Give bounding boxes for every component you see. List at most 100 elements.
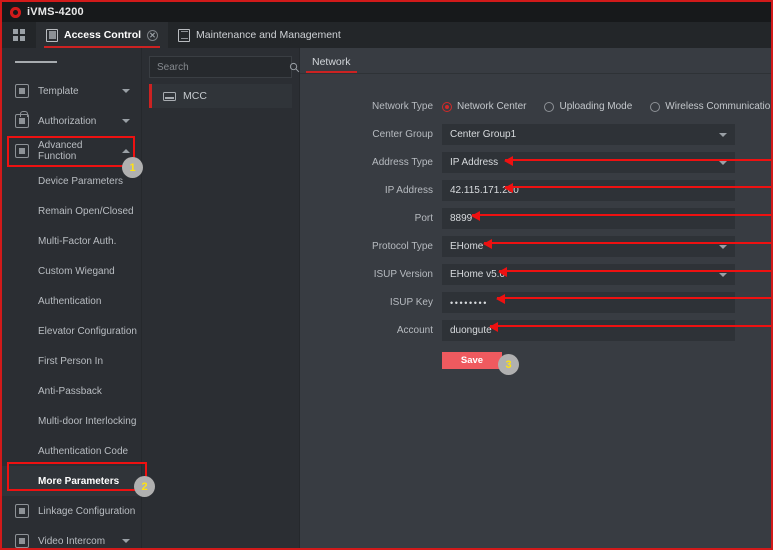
- protocol-type-select[interactable]: EHome: [442, 236, 735, 257]
- sidebar-item-template[interactable]: Template: [2, 76, 141, 106]
- hamburger-icon[interactable]: [2, 48, 141, 76]
- tab-bar: Access Control ✕ Maintenance and Managem…: [2, 22, 771, 48]
- sidebar-item-device-parameters[interactable]: Device Parameters: [2, 166, 141, 196]
- sidebar-item-advanced-function[interactable]: Advanced Function: [2, 136, 141, 166]
- ip-address-label: IP Address: [384, 185, 433, 196]
- port-input[interactable]: 8899: [442, 208, 735, 229]
- sidebar-item-template-label: Template: [38, 85, 79, 97]
- center-group-label: Center Group: [372, 129, 433, 140]
- form-row-isup-key: ISUP Key ••••••••: [300, 292, 771, 313]
- sidebar-item-multi-door-interlocking-label: Multi-door Interlocking: [38, 415, 137, 427]
- sidebar-item-elevator-configuration[interactable]: Elevator Configuration: [2, 316, 141, 346]
- network-form: Network Type Network Center Uploading Mo…: [300, 74, 771, 369]
- isup-version-select[interactable]: EHome v5.0: [442, 264, 735, 285]
- form-row-address-type: Address Type IP Address: [300, 152, 771, 173]
- tab-access-control-label: Access Control: [64, 29, 142, 41]
- template-icon: [15, 84, 29, 98]
- radio-wireless-communication-center[interactable]: Wireless Communication Center: [650, 101, 771, 112]
- advanced-function-icon: [15, 144, 29, 158]
- sidebar-item-authorization[interactable]: Authorization: [2, 106, 141, 136]
- ip-address-input[interactable]: 42.115.171.200: [442, 180, 735, 201]
- port-label: Port: [414, 213, 433, 224]
- sidebar-item-remain-open-closed-label: Remain Open/Closed: [38, 205, 134, 217]
- protocol-type-label: Protocol Type: [372, 241, 433, 252]
- chevron-down-icon: [122, 89, 130, 93]
- isup-key-input[interactable]: ••••••••: [442, 292, 735, 313]
- radio-uploading-mode[interactable]: Uploading Mode: [544, 101, 632, 112]
- isup-key-label: ISUP Key: [389, 297, 433, 308]
- account-value: duongute: [450, 325, 492, 336]
- chevron-down-icon: [719, 244, 727, 249]
- sidebar-item-linkage-configuration[interactable]: Linkage Configuration: [2, 496, 141, 526]
- search-box[interactable]: [149, 56, 300, 78]
- sidebar-item-video-intercom[interactable]: Video Intercom: [2, 526, 141, 548]
- maintenance-icon: [178, 28, 191, 42]
- sidebar-item-first-person-in[interactable]: First Person In: [2, 346, 141, 376]
- tab-maintenance-and-management[interactable]: Maintenance and Management: [168, 22, 351, 48]
- sidebar-item-anti-passback-label: Anti-Passback: [38, 385, 102, 397]
- address-type-select[interactable]: IP Address: [442, 152, 735, 173]
- tab-network-label: Network: [312, 56, 351, 68]
- radio-network-center-label: Network Center: [457, 101, 527, 112]
- sidebar-item-multi-factor-auth-label: Multi-Factor Auth.: [38, 235, 117, 247]
- chevron-down-icon: [719, 272, 727, 277]
- sidebar-nav: Template Authorization Advanced Function…: [2, 48, 142, 548]
- sidebar-item-linkage-configuration-label: Linkage Configuration: [38, 505, 136, 517]
- linkage-icon: [15, 504, 29, 518]
- sidebar-item-multi-door-interlocking[interactable]: Multi-door Interlocking: [2, 406, 141, 436]
- save-button[interactable]: Save: [442, 352, 502, 369]
- search-input[interactable]: [157, 61, 289, 73]
- network-type-label: Network Type: [372, 101, 433, 112]
- main-body: Template Authorization Advanced Function…: [2, 48, 771, 548]
- hikvision-logo-icon: [10, 6, 21, 18]
- sidebar-item-custom-wiegand[interactable]: Custom Wiegand: [2, 256, 141, 286]
- protocol-type-value: EHome: [450, 241, 484, 252]
- address-type-value: IP Address: [450, 157, 499, 168]
- form-row-network-type: Network Type Network Center Uploading Mo…: [300, 96, 771, 117]
- sidebar-item-more-parameters-label: More Parameters: [38, 475, 120, 487]
- list-item-mcc[interactable]: MCC: [149, 84, 292, 108]
- access-control-icon: [46, 28, 58, 42]
- sidebar-item-authentication-label: Authentication: [38, 295, 102, 307]
- device-list-panel: MCC: [142, 48, 300, 548]
- form-row-isup-version: ISUP Version EHome v5.0: [300, 264, 771, 285]
- chevron-down-icon: [719, 160, 727, 165]
- account-label: Account: [396, 325, 433, 336]
- form-row-account: Account duongute: [300, 320, 771, 341]
- application-window: iVMS-4200 Access Control ✕ Maintenance a…: [0, 0, 773, 550]
- lock-icon: [15, 111, 29, 128]
- tab-access-control[interactable]: Access Control ✕: [36, 22, 169, 48]
- chevron-down-icon: [719, 132, 727, 137]
- app-title: iVMS-4200: [27, 6, 84, 18]
- list-item-mcc-label: MCC: [183, 90, 207, 102]
- sidebar-item-video-intercom-label: Video Intercom: [38, 535, 106, 547]
- close-icon[interactable]: ✕: [147, 29, 159, 41]
- search-icon: [289, 62, 300, 72]
- sidebar-item-authentication-code[interactable]: Authentication Code: [2, 436, 141, 466]
- video-intercom-icon: [15, 534, 29, 548]
- form-row-center-group: Center Group Center Group1: [300, 124, 771, 145]
- sidebar-item-device-parameters-label: Device Parameters: [38, 175, 124, 187]
- tab-network[interactable]: Network: [300, 56, 363, 73]
- sidebar-item-authentication[interactable]: Authentication: [2, 286, 141, 316]
- chevron-up-icon: [122, 149, 130, 153]
- isup-key-value: ••••••••: [450, 297, 489, 308]
- account-input[interactable]: duongute: [442, 320, 735, 341]
- sidebar-item-multi-factor-auth[interactable]: Multi-Factor Auth.: [2, 226, 141, 256]
- content-panel: Network Network Type Network Center Uplo…: [300, 48, 771, 548]
- sidebar-item-anti-passback[interactable]: Anti-Passback: [2, 376, 141, 406]
- sidebar-item-authorization-label: Authorization: [38, 115, 97, 127]
- network-type-radio-group: Network Center Uploading Mode Wireless C…: [442, 101, 771, 112]
- form-row-save: Save: [300, 352, 771, 369]
- address-type-label: Address Type: [372, 157, 433, 168]
- sidebar-item-custom-wiegand-label: Custom Wiegand: [38, 265, 115, 277]
- sidebar-item-more-parameters[interactable]: More Parameters: [2, 466, 141, 496]
- isup-version-label: ISUP Version: [373, 269, 433, 280]
- chevron-down-icon: [122, 119, 130, 123]
- ip-address-value: 42.115.171.200: [450, 185, 519, 196]
- grid-menu-button[interactable]: [2, 22, 36, 48]
- radio-uploading-mode-label: Uploading Mode: [559, 101, 633, 112]
- center-group-select[interactable]: Center Group1: [442, 124, 735, 145]
- radio-network-center[interactable]: Network Center: [442, 101, 526, 112]
- sidebar-item-remain-open-closed[interactable]: Remain Open/Closed: [2, 196, 141, 226]
